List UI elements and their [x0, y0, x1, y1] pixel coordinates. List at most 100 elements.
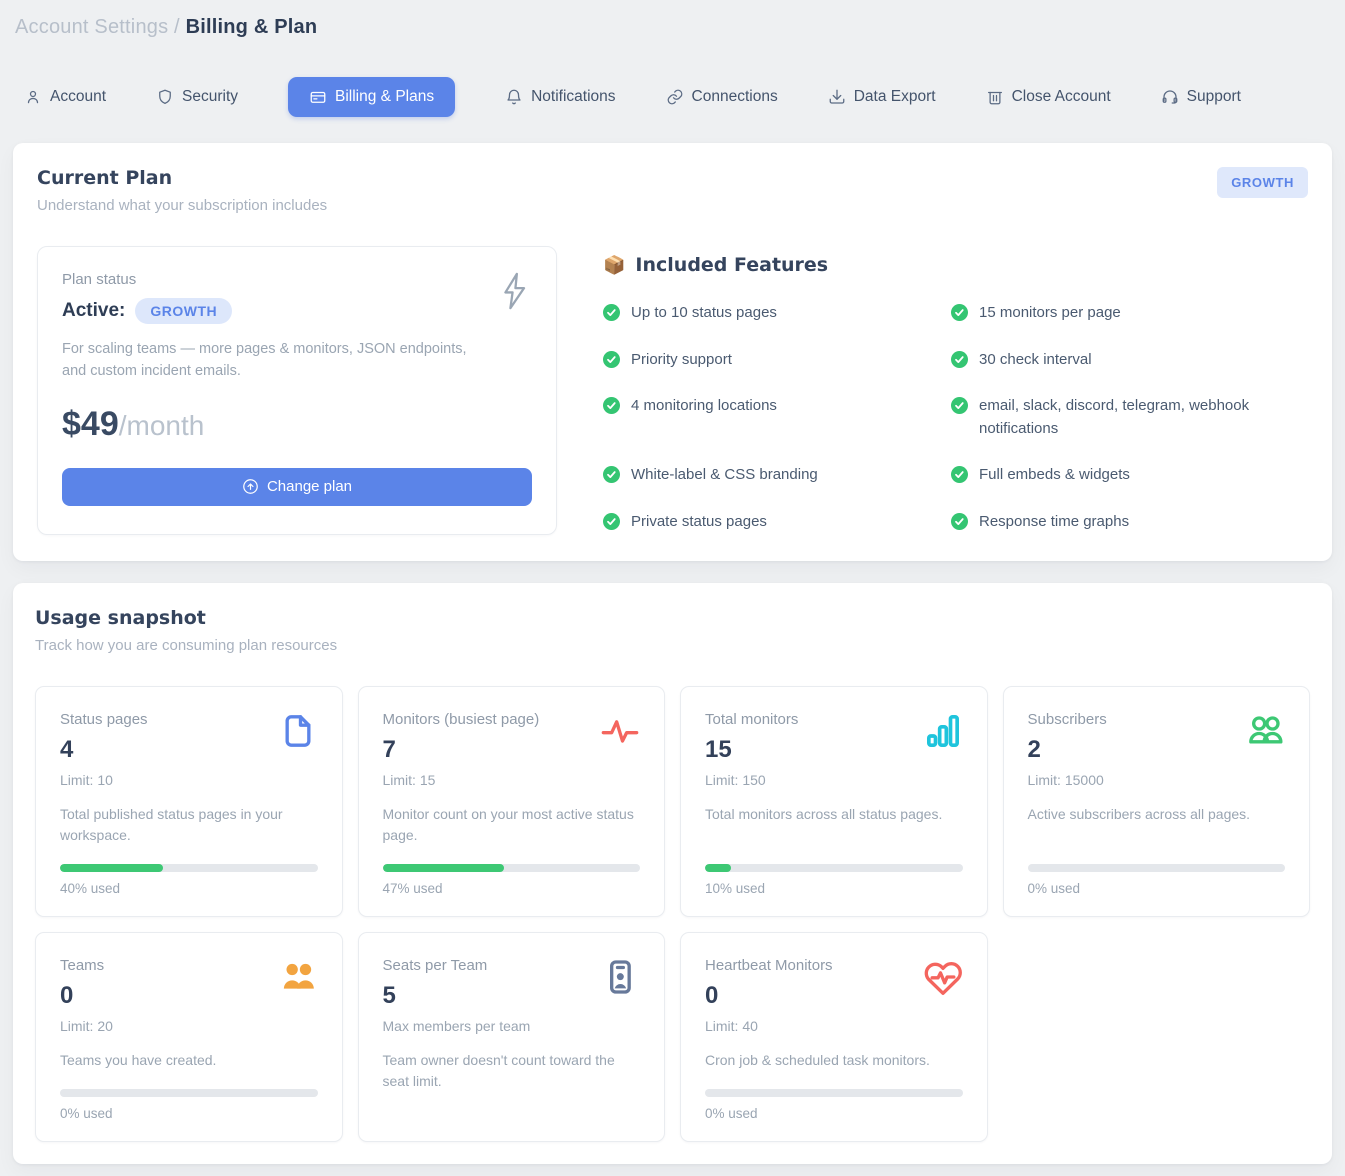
usage-card-status-pages: Status pages 4 Limit: 10 Total published… — [35, 686, 343, 917]
pulse-icon — [600, 711, 640, 756]
settings-tabbar: Account Security Billing & Plans Notific… — [0, 77, 1345, 117]
usage-card-heartbeat-monitors: Heartbeat Monitors 0 Limit: 40 Cron job … — [680, 932, 988, 1142]
usage-title: Usage snapshot — [35, 607, 1310, 629]
progress-bar — [383, 864, 641, 872]
change-plan-button[interactable]: Change plan — [62, 468, 532, 506]
feature-label: email, slack, discord, telegram, webhook… — [979, 395, 1278, 440]
trash-icon — [986, 88, 1004, 106]
tab-connections[interactable]: Connections — [666, 88, 778, 106]
progress-label: 0% used — [705, 1106, 963, 1121]
current-plan-panel: Current Plan Understand what your subscr… — [13, 143, 1332, 561]
feature-item: Full embeds & widgets — [951, 464, 1308, 487]
usage-card-limit: Limit: 20 — [60, 1018, 113, 1034]
users-filled-icon — [278, 957, 318, 1002]
feature-item: White-label & CSS branding — [603, 464, 951, 487]
plan-status-box: Plan status Active: GROWTH For scaling t… — [37, 246, 557, 535]
headset-icon — [1161, 88, 1179, 106]
lightning-icon — [496, 271, 532, 316]
usage-card-label: Monitors (busiest page) — [383, 711, 540, 728]
tab-label: Notifications — [531, 88, 615, 106]
feature-item: 15 monitors per page — [951, 302, 1308, 325]
person-icon — [24, 88, 42, 106]
download-icon — [828, 88, 846, 106]
usage-card-label: Total monitors — [705, 711, 798, 728]
check-circle-icon — [951, 351, 968, 368]
progress-bar — [705, 1089, 963, 1097]
check-circle-icon — [951, 397, 968, 414]
tab-label: Data Export — [854, 88, 936, 106]
usage-card-limit: Limit: 40 — [705, 1018, 833, 1034]
tab-label: Close Account — [1012, 88, 1111, 106]
features-title: Included Features — [635, 254, 828, 276]
tab-label: Account — [50, 88, 106, 106]
tab-support[interactable]: Support — [1161, 88, 1241, 106]
shield-icon — [156, 88, 174, 106]
bar-chart-icon — [923, 711, 963, 756]
link-icon — [666, 88, 684, 106]
usage-subtitle: Track how you are consuming plan resourc… — [35, 637, 1310, 654]
plan-state: Active: — [62, 300, 125, 322]
usage-snapshot-panel: Usage snapshot Track how you are consumi… — [13, 583, 1332, 1164]
check-circle-icon — [603, 304, 620, 321]
usage-card-subscribers: Subscribers 2 Limit: 15000 Active subscr… — [1003, 686, 1311, 917]
usage-card-teams: Teams 0 Limit: 20 Teams you have created… — [35, 932, 343, 1142]
usage-card-description: Total monitors across all status pages. — [705, 804, 963, 825]
usage-card-value: 5 — [383, 982, 531, 1010]
usage-card-description: Monitor count on your most active status… — [383, 804, 641, 846]
usage-card-limit: Limit: 15 — [383, 772, 540, 788]
tab-notifications[interactable]: Notifications — [505, 88, 615, 106]
usage-card-description: Team owner doesn't count toward the seat… — [383, 1050, 641, 1092]
usage-card-description: Total published status pages in your wor… — [60, 804, 318, 846]
usage-card-limit: Limit: 10 — [60, 772, 148, 788]
breadcrumb: Account Settings / Billing & Plan — [0, 0, 1345, 39]
usage-card-total-monitors: Total monitors 15 Limit: 150 Total monit… — [680, 686, 988, 917]
progress-bar — [60, 1089, 318, 1097]
check-circle-icon — [603, 466, 620, 483]
usage-card-value: 0 — [60, 982, 113, 1010]
tab-security[interactable]: Security — [156, 88, 238, 106]
feature-item: Priority support — [603, 349, 951, 372]
usage-card-label: Heartbeat Monitors — [705, 957, 833, 974]
check-circle-icon — [951, 304, 968, 321]
tab-close-account[interactable]: Close Account — [986, 88, 1111, 106]
credit-card-icon — [309, 88, 327, 106]
tab-data-export[interactable]: Data Export — [828, 88, 936, 106]
tab-label: Connections — [692, 88, 778, 106]
usage-card-value: 4 — [60, 736, 148, 764]
breadcrumb-section: Account Settings / — [15, 16, 180, 38]
feature-label: 15 monitors per page — [979, 302, 1121, 325]
usage-card-seats-per-team: Seats per Team 5 Max members per team Te… — [358, 932, 666, 1142]
feature-label: White-label & CSS branding — [631, 464, 818, 487]
progress-label: 0% used — [60, 1106, 318, 1121]
tab-billing-plans[interactable]: Billing & Plans — [288, 77, 455, 117]
arrow-up-circle-icon — [242, 478, 259, 495]
progress-bar — [705, 864, 963, 872]
current-plan-title: Current Plan — [37, 167, 327, 189]
usage-card-label: Seats per Team — [383, 957, 531, 974]
plan-description: For scaling teams — more pages & monitor… — [62, 338, 482, 383]
usage-card-value: 0 — [705, 982, 833, 1010]
usage-card-label: Teams — [60, 957, 113, 974]
users-outline-icon — [1245, 711, 1285, 756]
progress-bar — [1028, 864, 1286, 872]
feature-item: Response time graphs — [951, 511, 1308, 534]
feature-label: 4 monitoring locations — [631, 395, 777, 418]
feature-item: 30 check interval — [951, 349, 1308, 372]
feature-label: Private status pages — [631, 511, 767, 534]
page-title: Billing & Plan — [186, 16, 318, 38]
check-circle-icon — [603, 397, 620, 414]
plan-period: /month — [119, 410, 205, 441]
feature-label: Up to 10 status pages — [631, 302, 777, 325]
plan-price: $49 — [62, 405, 119, 443]
included-features: 📦 Included Features Up to 10 status page… — [603, 246, 1308, 533]
feature-item: email, slack, discord, telegram, webhook… — [951, 395, 1308, 440]
tab-account[interactable]: Account — [24, 88, 106, 106]
usage-card-label: Subscribers — [1028, 711, 1107, 728]
progress-label: 0% used — [1028, 881, 1286, 896]
feature-label: Priority support — [631, 349, 732, 372]
usage-card-monitors-busiest: Monitors (busiest page) 7 Limit: 15 Moni… — [358, 686, 666, 917]
progress-label: 47% used — [383, 881, 641, 896]
plan-status-label: Plan status — [62, 271, 532, 288]
feature-label: 30 check interval — [979, 349, 1092, 372]
check-circle-icon — [951, 466, 968, 483]
